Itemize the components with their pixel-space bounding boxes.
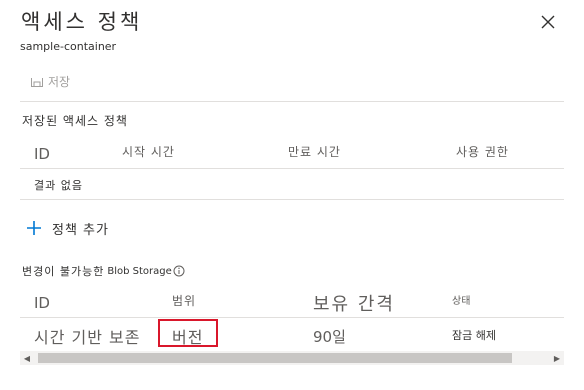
close-icon <box>541 15 555 29</box>
close-button[interactable] <box>538 12 558 32</box>
immutable-heading: 변경이 불가능한 Blob Storage <box>22 263 185 279</box>
toolbar-divider <box>20 101 564 102</box>
container-name: sample-container <box>20 40 117 53</box>
status-cell: 잠금 해제 <box>452 329 496 342</box>
immutable-heading-prefix: 변경이 불가능한 <box>22 265 105 278</box>
policy-id-cell: 시간 기반 보존 <box>34 328 141 347</box>
immutable-col-retention: 보유 간격 <box>313 294 395 315</box>
immutable-heading-storage: Blob Storage <box>107 265 172 277</box>
panel-title: 액세스 정책 <box>21 10 143 34</box>
col-expiry-time: 만료 시간 <box>288 145 341 159</box>
add-policy-button[interactable]: 정책 추가 <box>26 216 109 240</box>
add-policy-label: 정책 추가 <box>52 222 109 238</box>
horizontal-scrollbar[interactable]: ◀ ▶ <box>20 351 564 365</box>
scroll-left-icon[interactable]: ◀ <box>20 351 34 365</box>
stored-header-divider <box>20 168 564 169</box>
scrollbar-thumb[interactable] <box>38 353 512 363</box>
plus-icon <box>27 221 41 235</box>
save-label: 저장 <box>48 74 71 89</box>
immutable-col-scope: 범위 <box>172 294 197 308</box>
scope-cell: 버전 <box>172 328 204 347</box>
no-results-text: 결과 없음 <box>34 179 83 192</box>
info-icon[interactable] <box>173 265 185 277</box>
immutable-col-id: ID <box>34 294 50 312</box>
col-start-time: 시작 시간 <box>122 145 175 159</box>
stored-table-divider <box>20 199 564 200</box>
col-id: ID <box>34 145 50 163</box>
col-permissions: 사용 권한 <box>456 145 509 159</box>
scroll-right-icon[interactable]: ▶ <box>550 351 564 365</box>
immutable-header-divider <box>20 317 564 318</box>
immutable-col-status: 상태 <box>452 296 471 307</box>
save-icon <box>31 78 43 87</box>
stored-policies-heading: 저장된 액세스 정책 <box>22 114 128 128</box>
save-button[interactable]: 저장 <box>30 70 70 92</box>
retention-cell: 90일 <box>313 328 346 346</box>
